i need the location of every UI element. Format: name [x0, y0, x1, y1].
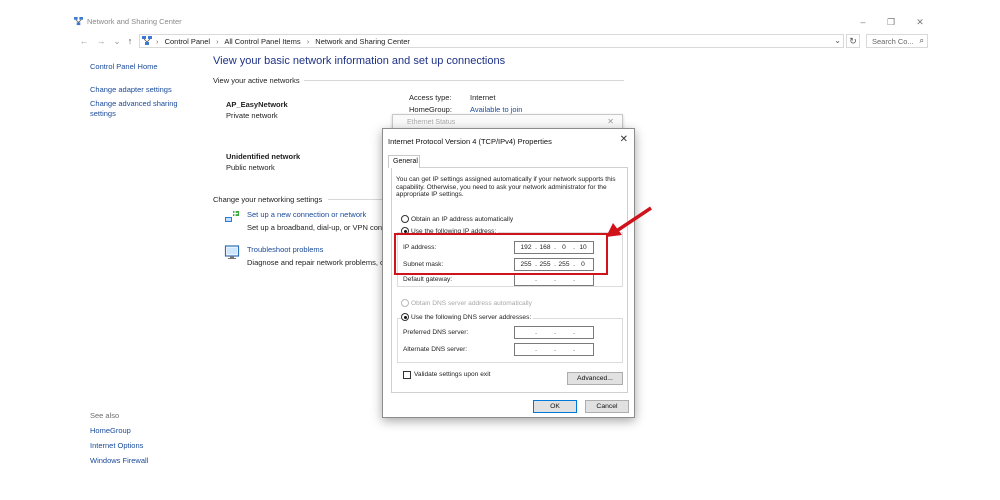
- recent-locations-button[interactable]: ⌄: [111, 35, 123, 47]
- new-connection-icon: [224, 208, 240, 224]
- dialog-description: You can get IP settings assigned automat…: [396, 176, 616, 199]
- validate-settings-label: Validate settings upon exit: [414, 371, 491, 378]
- obtain-dns-auto-label: Obtain DNS server address automatically: [411, 299, 532, 307]
- network-type: Private network: [226, 111, 278, 120]
- section-divider: [328, 199, 383, 200]
- ethernet-close-button[interactable]: ✕: [607, 117, 614, 126]
- tab-general[interactable]: General: [388, 155, 420, 168]
- address-dropdown-icon[interactable]: ⌄: [834, 36, 841, 45]
- red-arrow-icon: [603, 205, 655, 239]
- obtain-ip-auto-radio[interactable]: [401, 215, 409, 223]
- access-type-value: Internet: [470, 93, 496, 102]
- troubleshoot-icon: [224, 244, 240, 260]
- setup-connection-desc: Set up a broadband, dial-up, or VPN conn…: [247, 223, 383, 232]
- window-title: Network and Sharing Center: [87, 17, 182, 26]
- troubleshoot-desc: Diagnose and repair network problems, or…: [247, 258, 383, 267]
- use-following-dns-radio[interactable]: [401, 313, 409, 321]
- ethernet-status-title: Ethernet Status: [407, 119, 456, 126]
- breadcrumb-network-center[interactable]: Network and Sharing Center: [315, 37, 410, 46]
- breadcrumb-control-panel[interactable]: Control Panel: [165, 37, 210, 46]
- default-gateway-label: Default gateway:: [403, 276, 453, 283]
- address-bar[interactable]: › Control Panel › All Control Panel Item…: [139, 34, 844, 48]
- homegroup-link[interactable]: Available to join: [470, 105, 522, 114]
- highlight-box: [394, 233, 608, 275]
- network-center-icon: [74, 17, 83, 26]
- setup-connection-link[interactable]: Set up a new connection or network: [247, 210, 366, 219]
- minimize-button[interactable]: –: [856, 16, 870, 28]
- breadcrumb-separator: ›: [156, 37, 159, 46]
- dialog-close-button[interactable]: ✕: [620, 134, 628, 145]
- network-name: AP_EasyNetwork: [226, 100, 288, 109]
- sidebar-change-advanced-sharing[interactable]: Change advanced sharing settings: [90, 99, 190, 118]
- obtain-dns-auto-radio[interactable]: [401, 299, 409, 307]
- breadcrumb-separator: ›: [216, 37, 219, 46]
- network-type: Public network: [226, 163, 275, 172]
- alternate-dns-label: Alternate DNS server:: [403, 346, 468, 353]
- title-bar: Network and Sharing Center – ❐ ✕: [0, 0, 1000, 33]
- see-also-heading: See also: [90, 411, 120, 420]
- dns-dot: .: [573, 346, 575, 353]
- preferred-dns-field[interactable]: . . .: [514, 326, 594, 339]
- see-also-internet-options[interactable]: Internet Options: [90, 441, 143, 451]
- maximize-button[interactable]: ❐: [884, 16, 898, 28]
- breadcrumb: › Control Panel › All Control Panel Item…: [156, 37, 414, 46]
- validate-settings-checkbox[interactable]: [403, 371, 411, 379]
- breadcrumb-all-items[interactable]: All Control Panel Items: [224, 37, 300, 46]
- search-icon[interactable]: ⌕: [920, 36, 924, 46]
- control-panel-icon: [142, 36, 152, 46]
- dns-settings-group: [397, 318, 623, 363]
- dns-dot: .: [554, 329, 556, 336]
- search-placeholder: Search Co...: [872, 37, 914, 46]
- change-settings-label: Change your networking settings: [213, 195, 323, 204]
- access-type-label: Access type:: [409, 93, 452, 102]
- dns-dot: .: [535, 346, 537, 353]
- preferred-dns-label: Preferred DNS server:: [403, 329, 469, 336]
- homegroup-label: HomeGroup:: [409, 105, 452, 114]
- page-title: View your basic network information and …: [213, 55, 506, 67]
- obtain-dns-auto-option[interactable]: Obtain DNS server address automatically: [401, 299, 532, 307]
- breadcrumb-separator: ›: [306, 37, 310, 46]
- cancel-button[interactable]: Cancel: [585, 400, 629, 413]
- alternate-dns-field[interactable]: . . .: [514, 343, 594, 356]
- search-input[interactable]: Search Co... ⌕: [866, 34, 928, 48]
- ok-button[interactable]: OK: [533, 400, 577, 413]
- active-networks-label: View your active networks: [213, 76, 300, 85]
- section-divider: [304, 80, 624, 81]
- refresh-button[interactable]: ↻: [846, 34, 860, 48]
- gateway-dot: .: [573, 276, 575, 283]
- up-button[interactable]: ↑: [124, 35, 136, 47]
- obtain-ip-auto-label: Obtain an IP address automatically: [411, 215, 514, 223]
- see-also-homegroup[interactable]: HomeGroup: [90, 426, 131, 436]
- use-following-dns-option[interactable]: Use the following DNS server addresses:: [401, 313, 534, 321]
- gateway-dot: .: [535, 276, 537, 283]
- sidebar-change-adapter-settings[interactable]: Change adapter settings: [90, 85, 172, 95]
- close-window-button[interactable]: ✕: [913, 16, 927, 28]
- dns-dot: .: [554, 346, 556, 353]
- sidebar-control-panel-home[interactable]: Control Panel Home: [90, 62, 158, 72]
- back-button[interactable]: ←: [78, 35, 90, 47]
- troubleshoot-link[interactable]: Troubleshoot problems: [247, 245, 323, 254]
- dns-dot: .: [573, 329, 575, 336]
- use-following-dns-label: Use the following DNS server addresses:: [411, 313, 532, 321]
- forward-button[interactable]: →: [95, 35, 107, 47]
- network-name: Unidentified network: [226, 152, 301, 161]
- gateway-dot: .: [554, 276, 556, 283]
- dialog-title: Internet Protocol Version 4 (TCP/IPv4) P…: [388, 137, 552, 146]
- advanced-button[interactable]: Advanced...: [567, 372, 623, 385]
- dns-dot: .: [535, 329, 537, 336]
- see-also-windows-firewall[interactable]: Windows Firewall: [90, 456, 148, 466]
- obtain-ip-auto-option[interactable]: Obtain an IP address automatically: [401, 215, 513, 223]
